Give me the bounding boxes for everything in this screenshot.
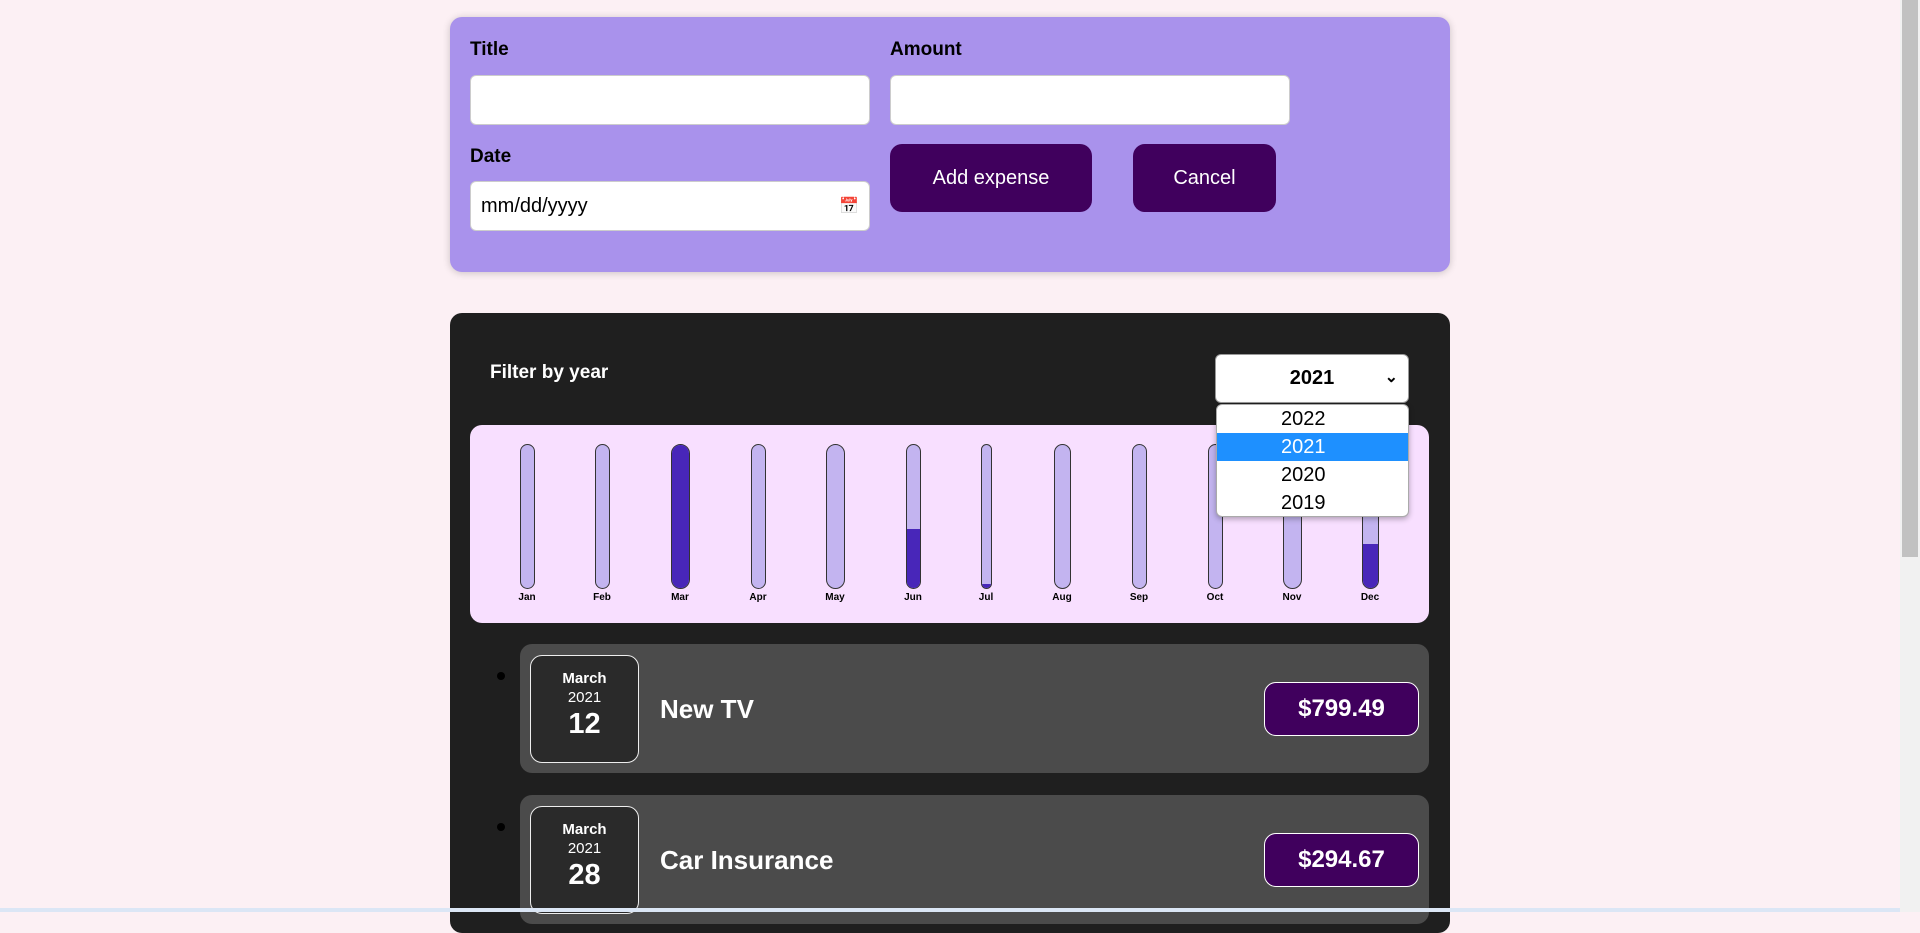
chart-bar-fill — [671, 445, 689, 588]
chart-month-label: Sep — [1129, 592, 1149, 603]
expense-date: March 2021 28 — [530, 806, 639, 914]
chevron-down-icon: ⌄ — [1384, 369, 1398, 386]
title-label: Title — [470, 39, 509, 60]
title-input[interactable] — [470, 75, 870, 125]
date-year: 2021 — [567, 689, 602, 706]
chart-bar-fill — [1362, 543, 1378, 588]
date-input[interactable]: mm/dd/yyyy 📅 — [470, 181, 870, 231]
chart-month-label: Apr — [749, 592, 767, 603]
chart-bar-apr — [750, 444, 766, 589]
amount-label: Amount — [890, 39, 962, 60]
chart-month-label: Oct — [1206, 592, 1224, 603]
chart-bar-feb — [594, 444, 610, 589]
date-month: March — [562, 670, 607, 687]
year-option[interactable]: 2022 — [1217, 405, 1408, 433]
year-option[interactable]: 2020 — [1217, 461, 1408, 489]
expense-title: Car Insurance — [660, 845, 834, 875]
chart-bar-aug — [1053, 444, 1071, 589]
expense-amount: $294.67 — [1264, 833, 1419, 887]
chart-month-label: May — [825, 592, 845, 603]
year-option[interactable]: 2019 — [1217, 489, 1408, 516]
chart-bar-jun — [905, 444, 921, 589]
chart-bar-may — [825, 444, 845, 589]
expense-item[interactable]: March 2021 28 Car Insurance $294.67 — [520, 795, 1429, 924]
chart-month-label: Jun — [904, 592, 922, 603]
list-bullet — [497, 823, 505, 831]
new-expense-form: Title Amount Date mm/dd/yyyy 📅 Add expen… — [450, 17, 1450, 272]
calendar-icon[interactable]: 📅 — [839, 196, 859, 216]
chart-month-label: Jan — [518, 592, 536, 603]
filter-label: Filter by year — [490, 362, 609, 383]
date-day: 28 — [568, 859, 601, 891]
horizontal-scrollbar[interactable] — [0, 908, 1900, 912]
year-dropdown: 2022 2021 2020 2019 — [1216, 404, 1409, 517]
chart-bar-jan — [519, 444, 535, 589]
chart-month-label: Feb — [593, 592, 611, 603]
amount-input[interactable] — [890, 75, 1290, 125]
chart-bar-mar — [670, 444, 690, 589]
date-day: 12 — [568, 708, 601, 740]
chart-month-label: Aug — [1052, 592, 1072, 603]
chart-month-label: Jul — [978, 592, 994, 603]
expense-amount: $799.49 — [1264, 682, 1419, 736]
chart-bar-sep — [1131, 444, 1147, 589]
cancel-button[interactable]: Cancel — [1133, 144, 1276, 212]
chart-month-label: Dec — [1360, 592, 1380, 603]
add-expense-button[interactable]: Add expense — [890, 144, 1092, 212]
chart-month-label: Nov — [1282, 592, 1302, 603]
date-label: Date — [470, 146, 512, 167]
expense-date: March 2021 12 — [530, 655, 639, 763]
expense-item[interactable]: March 2021 12 New TV $799.49 — [520, 644, 1429, 773]
date-placeholder: mm/dd/yyyy — [481, 194, 588, 217]
chart-bar-fill — [981, 583, 991, 588]
selected-year: 2021 — [1289, 367, 1335, 389]
chart-month-label: Mar — [671, 592, 689, 603]
year-option-selected[interactable]: 2021 — [1217, 433, 1408, 461]
date-month: March — [562, 821, 607, 838]
chart-bar-jul — [980, 444, 992, 589]
list-bullet — [497, 672, 505, 680]
date-year: 2021 — [567, 840, 602, 857]
expense-title: New TV — [660, 694, 754, 724]
year-select[interactable]: 2021 ⌄ — [1215, 354, 1409, 403]
scrollbar-thumb[interactable] — [1902, 0, 1918, 557]
chart-bar-fill — [906, 529, 920, 588]
